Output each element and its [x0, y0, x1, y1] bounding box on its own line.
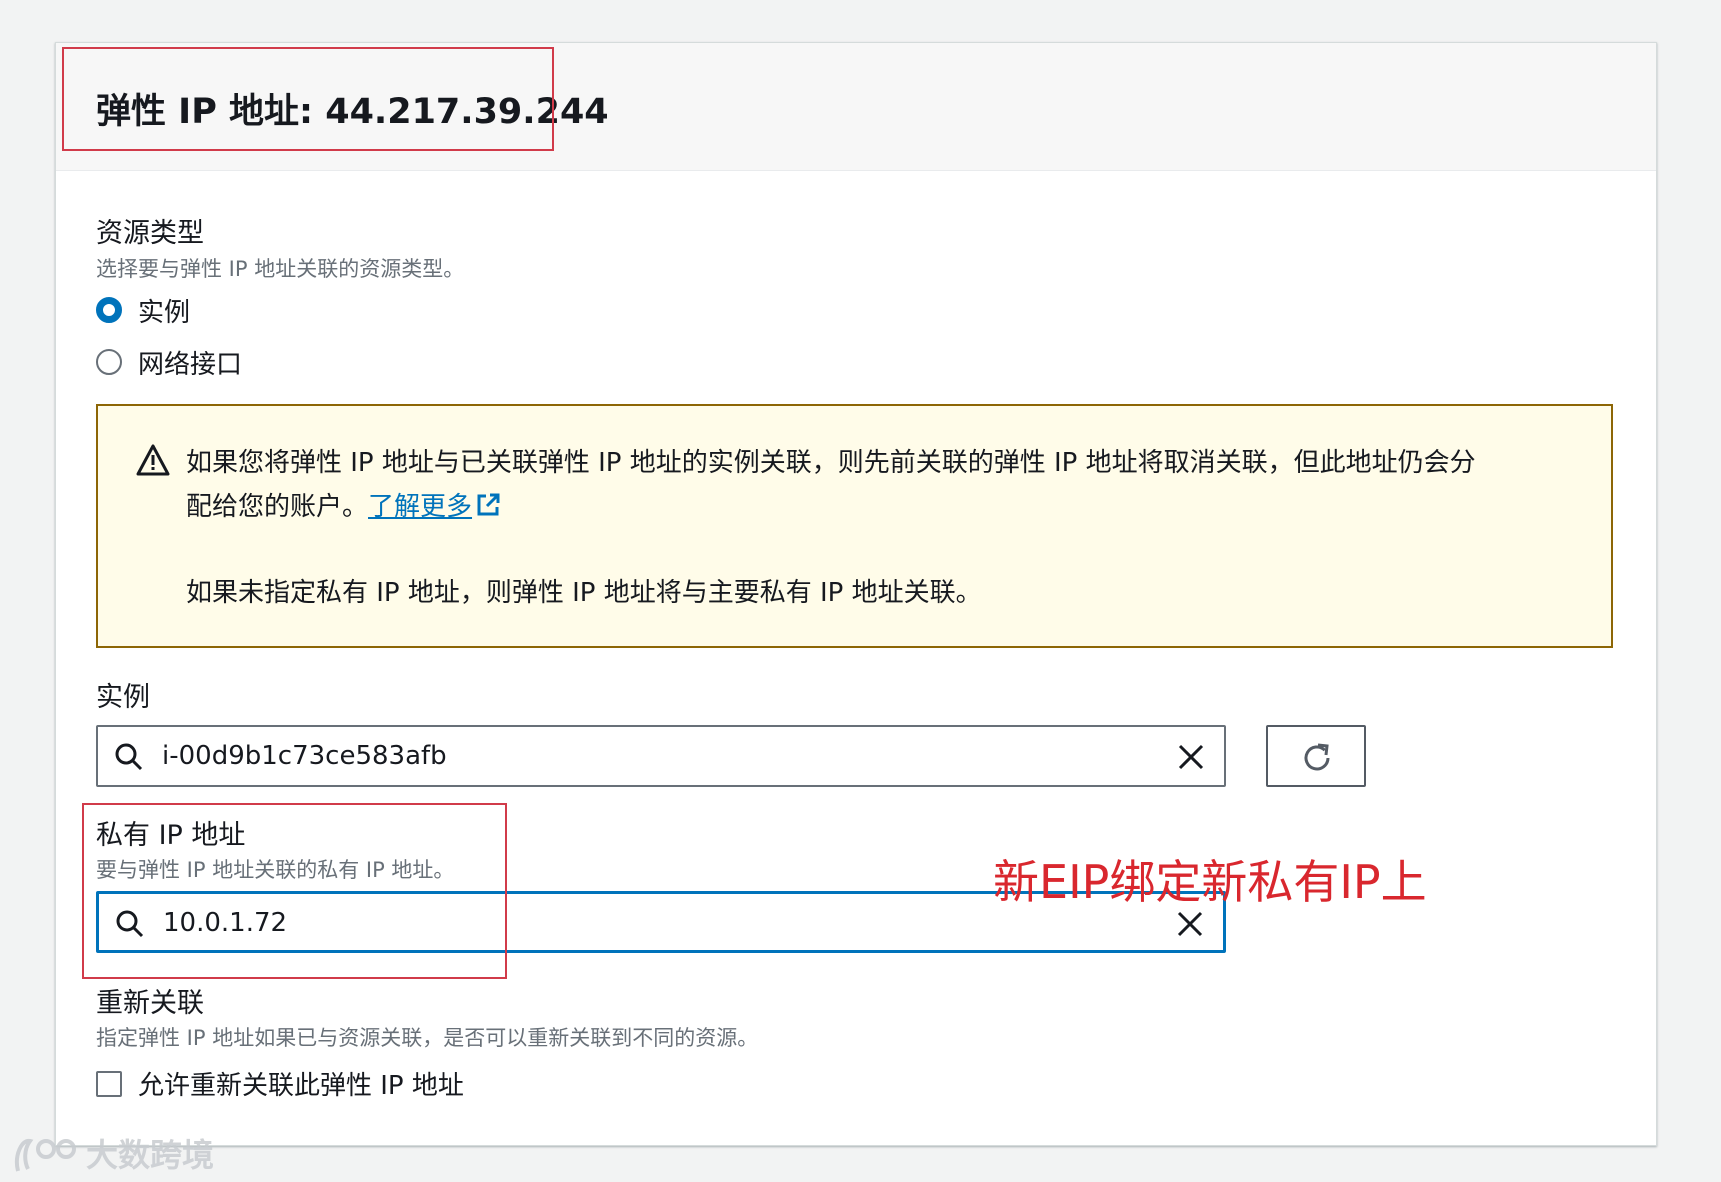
search-icon [115, 743, 143, 771]
clear-icon[interactable] [1176, 742, 1206, 772]
refresh-icon [1304, 743, 1330, 771]
allow-reassociation-row[interactable]: 允许重新关联此弹性 IP 地址 [96, 1065, 464, 1102]
instance-label: 实例 [96, 682, 150, 713]
alert-line-1: 如果您将弹性 IP 地址与已关联弹性 IP 地址的实例关联，则先前关联的弹性 I… [186, 448, 1476, 478]
radio-instance[interactable]: 实例 [96, 293, 191, 328]
clear-icon[interactable] [1175, 909, 1205, 939]
instance-search-input[interactable]: i-00d9b1c73ce583afb [96, 725, 1226, 787]
alert-line-2: 配给您的账户。了解更多 [186, 486, 502, 523]
reassociation-description: 指定弹性 IP 地址如果已与资源关联，是否可以重新关联到不同的资源。 [96, 1026, 759, 1050]
resource-type-description: 选择要与弹性 IP 地址关联的资源类型。 [96, 257, 465, 281]
warning-alert: 如果您将弹性 IP 地址与已关联弹性 IP 地址的实例关联，则先前关联的弹性 I… [96, 404, 1613, 648]
refresh-button[interactable] [1266, 725, 1366, 787]
associate-eip-panel: 弹性 IP 地址: 44.217.39.244 资源类型 选择要与弹性 IP 地… [55, 42, 1657, 1146]
private-ip-highlight-box [82, 803, 507, 979]
radio-network-interface[interactable]: 网络接口 [96, 345, 243, 380]
annotation-text: 新EIP绑定新私有IP上 [993, 855, 1427, 909]
warning-icon [136, 444, 170, 476]
allow-reassociation-checkbox[interactable] [96, 1070, 122, 1097]
alert-line-2-text: 配给您的账户。 [186, 492, 369, 522]
reassociation-label: 重新关联 [96, 988, 204, 1019]
instance-input-value[interactable]: i-00d9b1c73ce583afb [162, 741, 447, 771]
radio-network-interface-button[interactable] [96, 349, 122, 375]
external-link-icon[interactable] [474, 491, 502, 519]
radio-instance-label: 实例 [138, 297, 191, 328]
alert-line-3: 如果未指定私有 IP 地址，则弹性 IP 地址将与主要私有 IP 地址关联。 [186, 578, 982, 608]
title-highlight-box [62, 47, 554, 151]
allow-reassociation-label: 允许重新关联此弹性 IP 地址 [138, 1071, 464, 1101]
resource-type-label: 资源类型 [96, 218, 204, 249]
radio-network-interface-label: 网络接口 [138, 349, 243, 380]
radio-instance-button[interactable] [96, 297, 122, 323]
watermark-text: 大数跨境 [86, 1136, 215, 1174]
learn-more-link[interactable]: 了解更多 [368, 492, 472, 522]
watermark: 大数跨境 [12, 1130, 214, 1176]
watermark-logo-icon [15, 1138, 76, 1172]
